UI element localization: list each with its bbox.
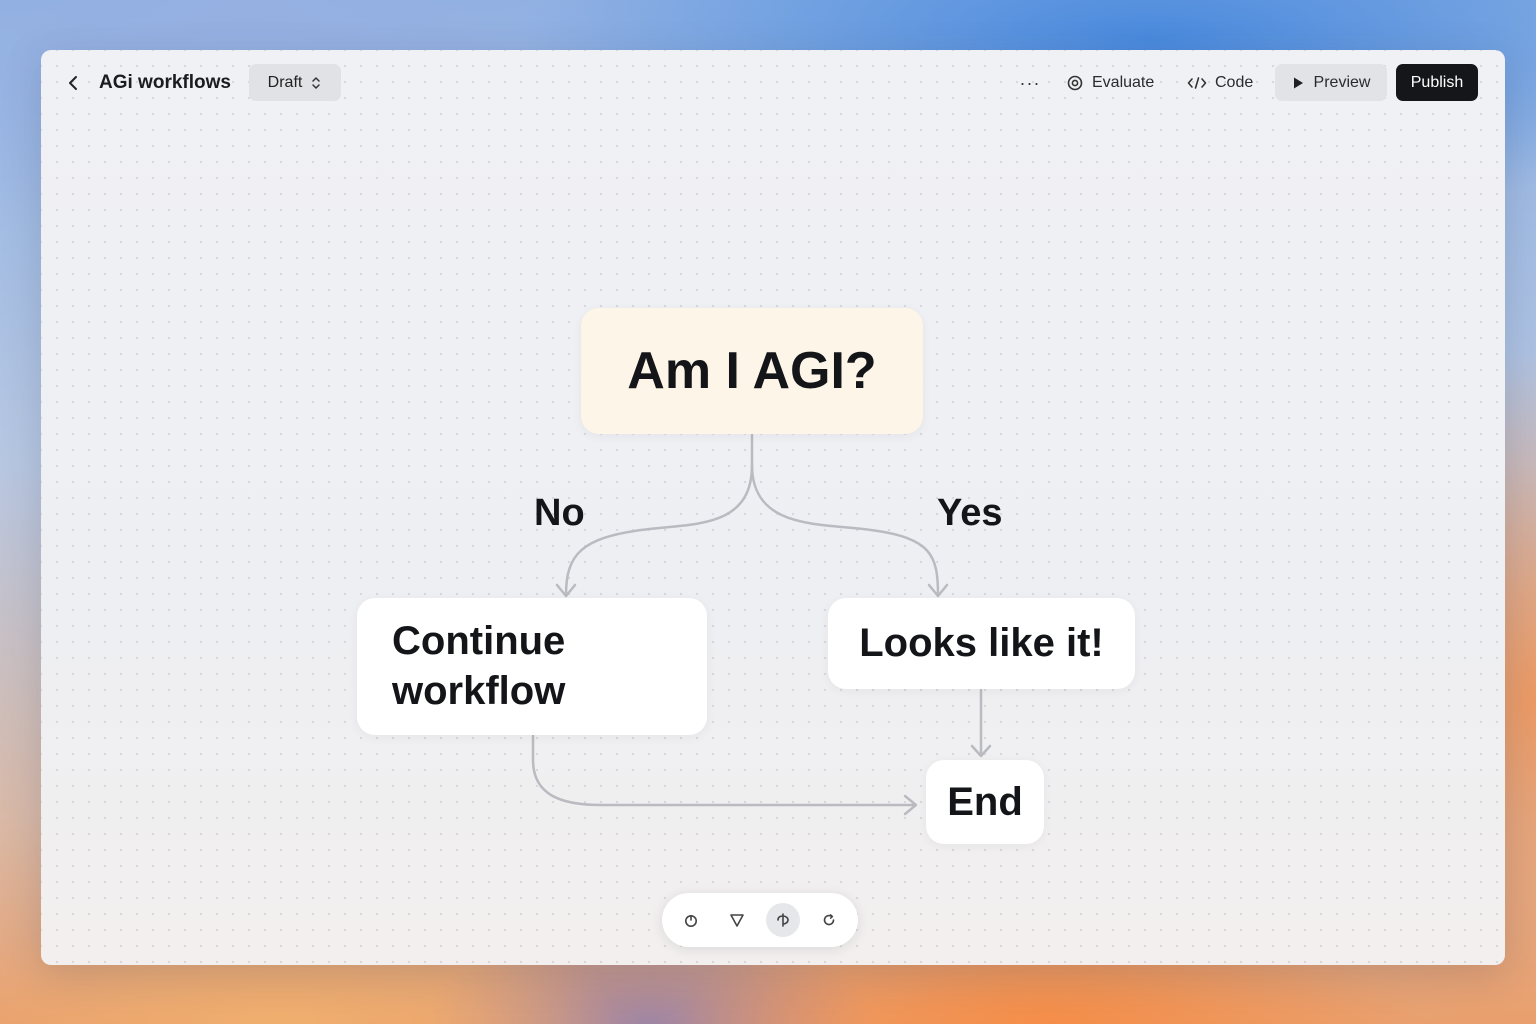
canvas-toolbar [662,893,858,947]
pointer-icon [685,915,697,927]
refresh-icon [823,914,835,926]
triangle-icon [730,914,744,927]
pan-icon [777,913,789,927]
edge-start-to-no [564,433,754,597]
start-node[interactable]: Am I AGI? [581,308,923,434]
edge-start-to-yes [750,463,940,597]
looks-like-it-node[interactable]: Looks like it! [828,598,1135,689]
workflow-editor-window: AGi workflows Draft ··· Evaluate Code Pr… [41,50,1505,965]
workflow-edges [531,433,992,816]
shape-tool-button[interactable] [720,903,754,937]
end-node[interactable]: End [926,760,1044,844]
continue-workflow-node[interactable]: Continue workflow [357,598,707,735]
pan-tool-button[interactable] [766,903,800,937]
branch-label-yes: Yes [937,492,1003,534]
pointer-tool-button[interactable] [674,903,708,937]
refresh-tool-button[interactable] [812,903,846,937]
edge-no-to-end [531,734,917,807]
branch-label-no: No [534,492,585,534]
